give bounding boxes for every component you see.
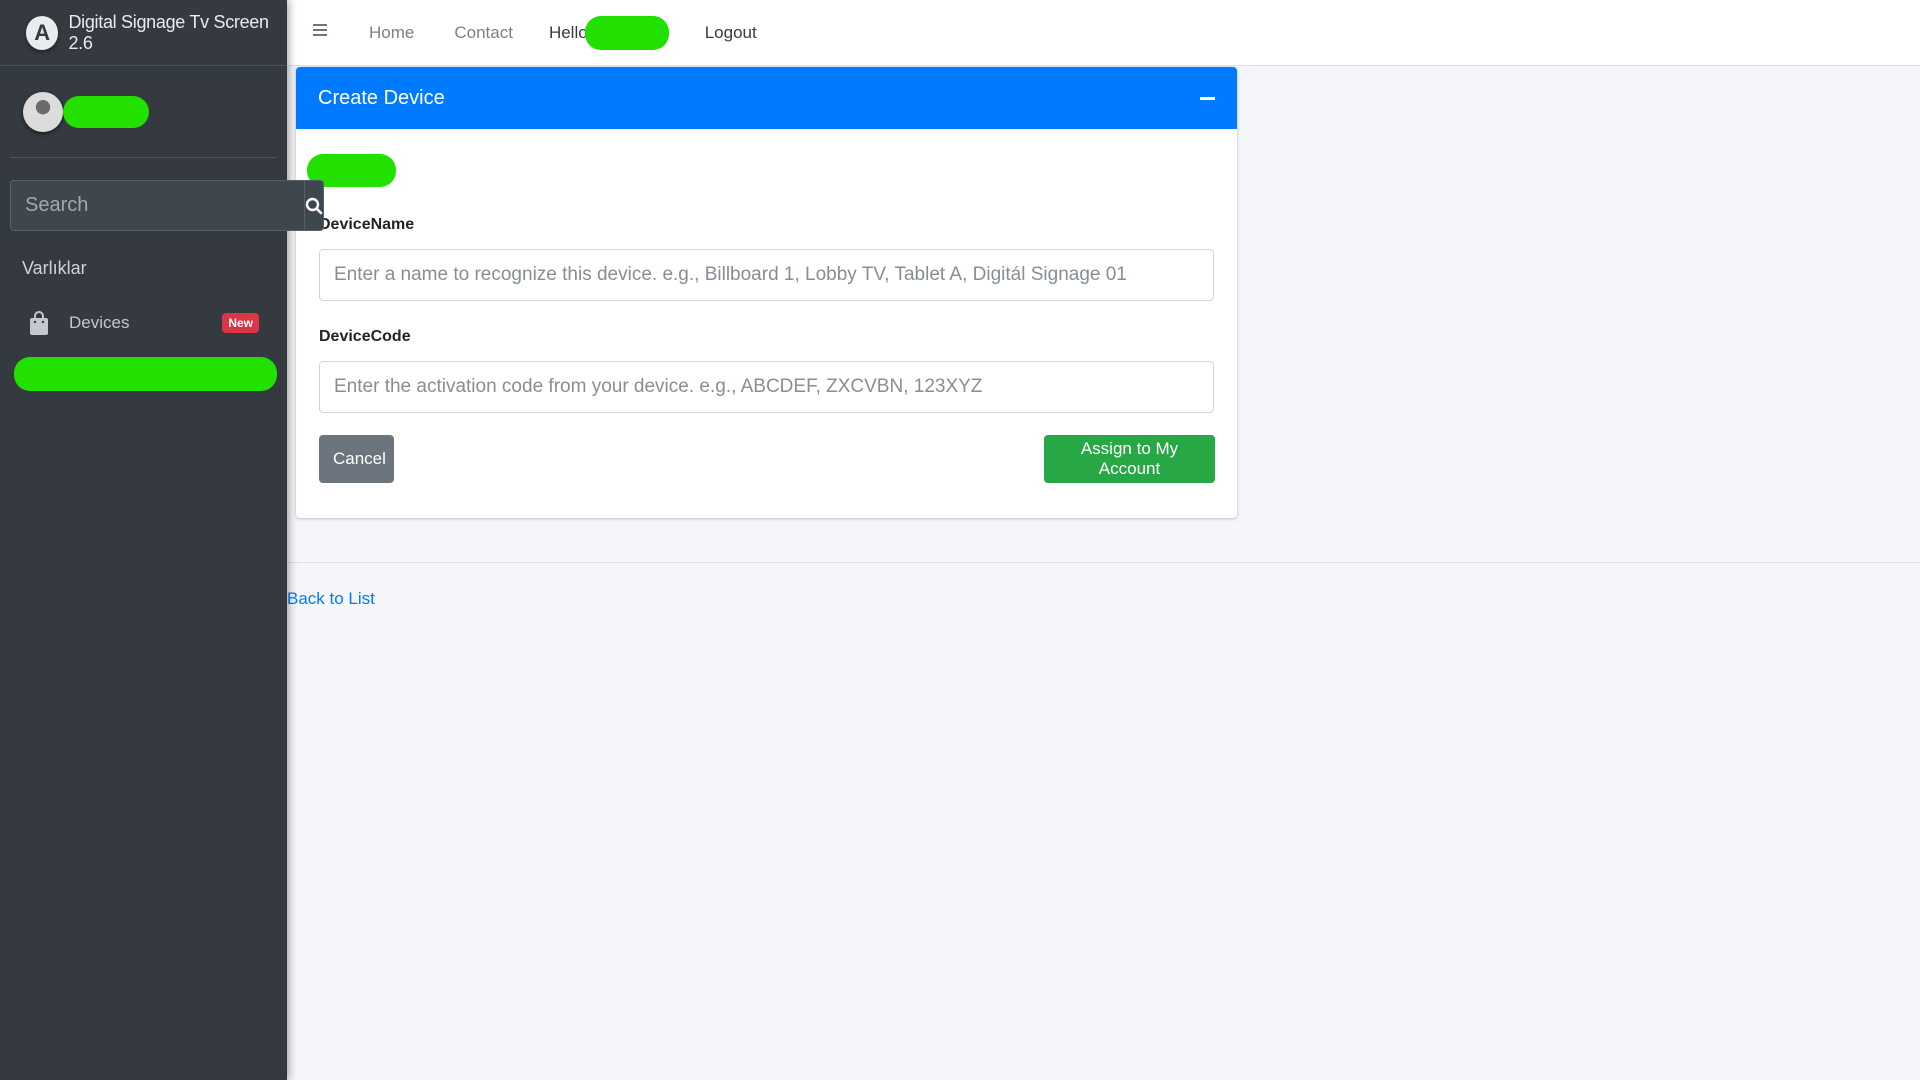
divider xyxy=(287,562,1920,563)
card-title: Create Device xyxy=(318,86,445,109)
device-name-label: DeviceName xyxy=(319,216,415,233)
card-body: DeviceName DeviceCode Cancel Assign to M… xyxy=(296,129,1237,483)
search-input[interactable] xyxy=(10,180,304,231)
brand-logo: A xyxy=(26,15,59,50)
sidebar: A Digital Signage Tv Screen 2.6 Varlıkla… xyxy=(0,0,324,1080)
minus-icon xyxy=(1199,96,1215,100)
device-name-input[interactable] xyxy=(319,249,1214,301)
search-icon xyxy=(305,197,323,214)
nav-link-home[interactable]: Home xyxy=(369,23,414,43)
hamburger-icon[interactable] xyxy=(313,23,329,42)
logout-link[interactable]: Logout xyxy=(705,23,757,43)
back-to-list-link[interactable]: Back to List xyxy=(287,589,375,609)
sidebar-search xyxy=(10,180,324,231)
device-code-label: DeviceCode xyxy=(319,328,411,345)
card-header: Create Device xyxy=(296,67,1237,129)
redacted-user-name xyxy=(584,15,669,50)
greeting-text: Hello xyxy=(548,22,588,42)
device-code-input[interactable] xyxy=(319,361,1214,413)
sidebar-item-label: Devices xyxy=(69,313,130,332)
shopping-bag-icon xyxy=(30,311,48,335)
redacted-user-name xyxy=(63,95,149,128)
avatar xyxy=(23,91,63,132)
cancel-button[interactable]: Cancel xyxy=(319,435,394,483)
redacted-nav-item xyxy=(14,357,277,391)
assign-to-account-button[interactable]: Assign to My Account xyxy=(1044,435,1215,483)
form-actions: Cancel Assign to My Account xyxy=(319,435,1215,483)
brand-link[interactable]: A Digital Signage Tv Screen 2.6 xyxy=(0,0,287,66)
nav-link-contact[interactable]: Contact xyxy=(454,23,513,43)
sidebar-item-devices[interactable]: Devices New xyxy=(10,303,277,343)
new-badge: New xyxy=(222,313,259,333)
user-panel xyxy=(10,66,277,158)
nav-section-header: Varlıklar xyxy=(22,258,87,278)
user-greeting[interactable]: Hello xyxy=(548,15,669,50)
search-button[interactable] xyxy=(304,180,324,231)
create-device-card: Create Device DeviceName DeviceCode Canc… xyxy=(296,67,1237,518)
collapse-button[interactable] xyxy=(1199,90,1215,106)
top-navbar: Home Contact Hello Logout xyxy=(287,0,1920,66)
brand-title: Digital Signage Tv Screen 2.6 xyxy=(68,11,269,53)
